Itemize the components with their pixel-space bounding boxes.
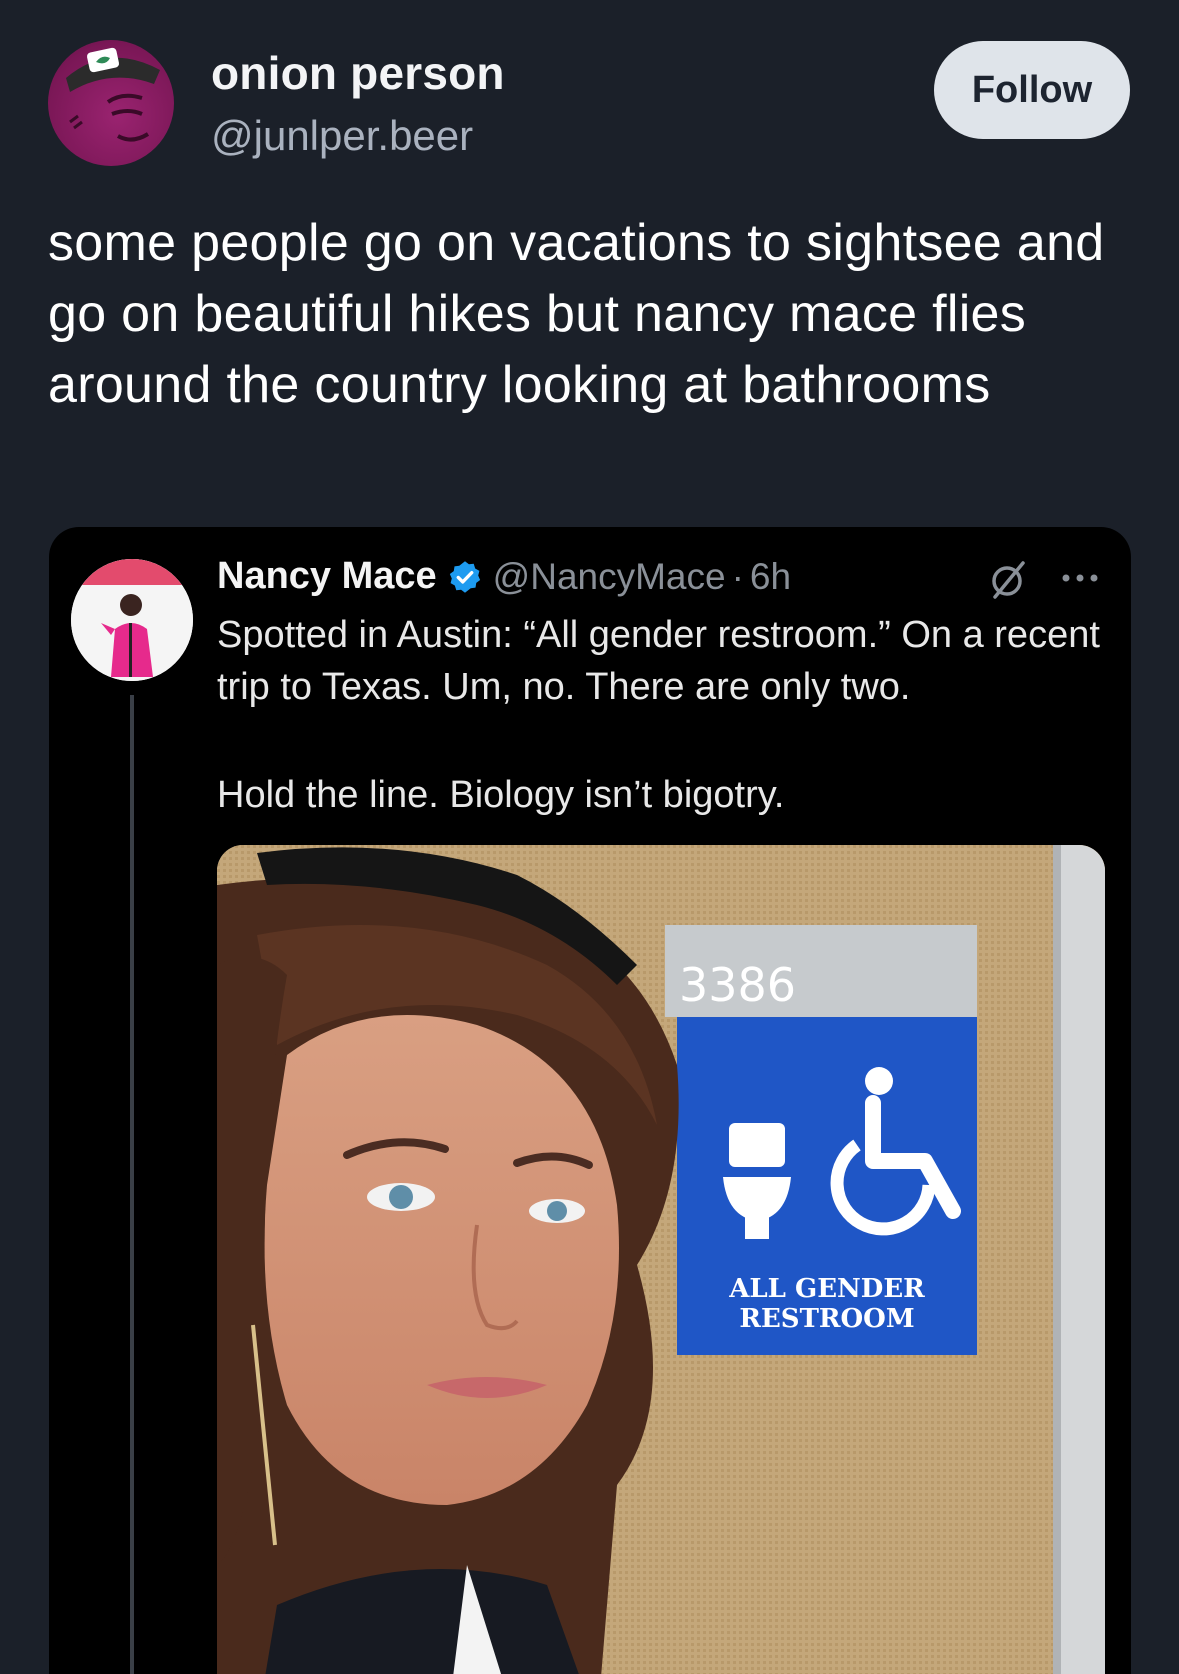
post-text: some people go on vacations to sightsee … xyxy=(48,214,1105,414)
more-icon xyxy=(1062,574,1098,582)
sign-line-2: RESTROOM xyxy=(739,1304,914,1334)
quoted-post-image[interactable]: Nancy Mace @NancyMace · 6h Spotted in Au… xyxy=(49,527,1131,1674)
author-handle[interactable]: @junlper.beer xyxy=(211,112,473,160)
quoted-separator: · xyxy=(731,555,744,597)
quoted-name: Nancy Mace xyxy=(217,555,437,597)
quoted-header: Nancy Mace @NancyMace · 6h xyxy=(217,555,791,598)
author-name[interactable]: onion person xyxy=(211,46,505,100)
verified-badge-icon xyxy=(449,560,480,593)
sign-line-1: ALL GENDER xyxy=(728,1274,925,1304)
author-avatar[interactable] xyxy=(48,40,174,166)
quoted-handle: @NancyMace xyxy=(492,555,726,597)
room-number: 3386 xyxy=(679,958,796,1012)
quoted-text: Spotted in Austin: “All gender restroom.… xyxy=(217,614,1100,708)
follow-button[interactable]: Follow xyxy=(934,41,1130,139)
grok-icon xyxy=(992,561,1025,599)
quoted-text-2: Hold the line. Biology isn’t bigotry. xyxy=(217,774,785,816)
thread-line xyxy=(130,695,134,1674)
quoted-time: 6h xyxy=(749,555,792,597)
selfie-photo: 3386 ALL GENDER RESTROOM xyxy=(217,845,1105,1674)
quoted-avatar xyxy=(71,559,193,681)
